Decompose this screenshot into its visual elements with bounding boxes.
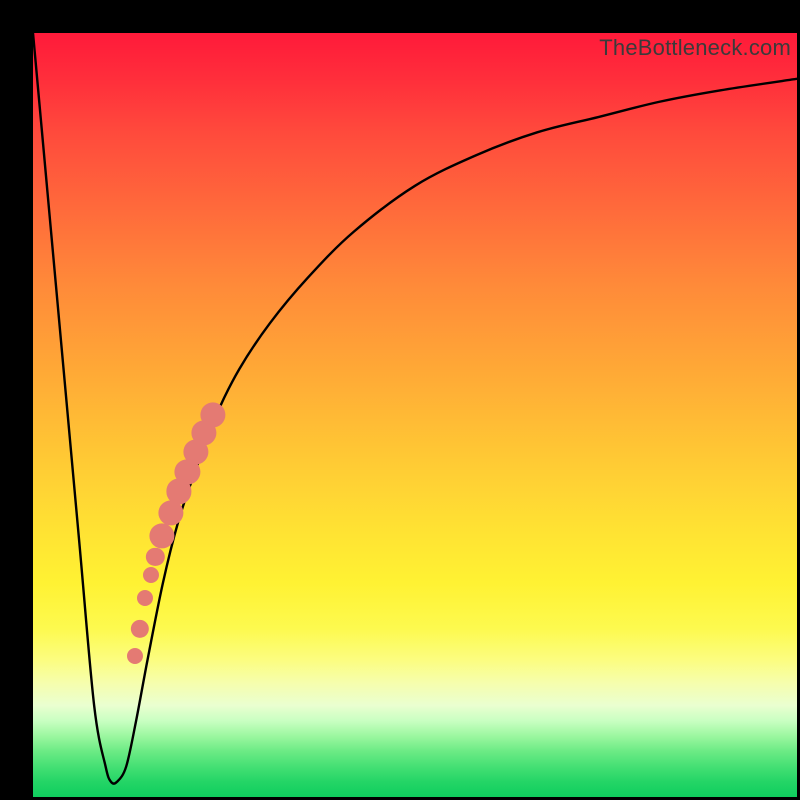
bottleneck-curve xyxy=(33,33,797,797)
data-point-dot-bottom xyxy=(127,648,143,664)
plot-area: TheBottleneck.com xyxy=(33,33,797,797)
chart-frame: TheBottleneck.com xyxy=(0,0,800,800)
data-point-dot-gap3 xyxy=(137,590,153,606)
data-point-dot-gap2 xyxy=(143,567,159,583)
watermark-text: TheBottleneck.com xyxy=(599,35,791,61)
